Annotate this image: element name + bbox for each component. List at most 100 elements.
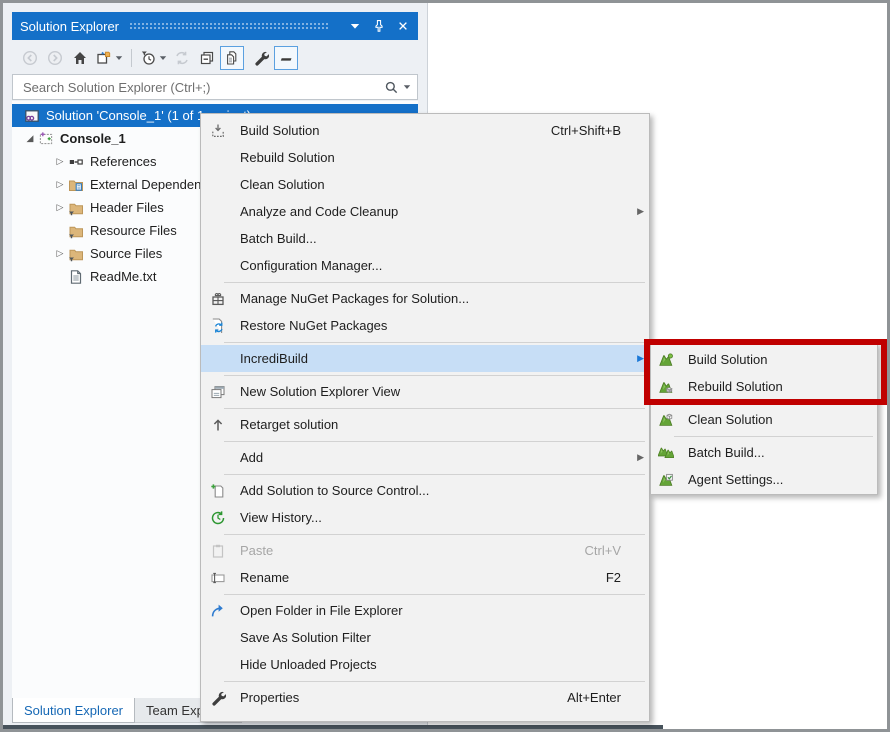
incredibuild-submenu: Build Solution Rebuild Solution Clean So…	[650, 342, 878, 495]
submenu-item-clean-solution[interactable]: Clean Solution	[651, 406, 877, 433]
menu-item-label: Hide Unloaded Projects	[240, 657, 621, 672]
external-dependencies-folder-icon	[68, 177, 84, 193]
tab-solution-explorer[interactable]: Solution Explorer	[12, 698, 135, 723]
submenu-item-batch-build[interactable]: Batch Build...	[651, 439, 877, 466]
build-icon	[210, 123, 227, 139]
menu-item-label: Batch Build...	[240, 231, 621, 246]
tree-row-label: Console_1	[60, 131, 126, 146]
tab-label: Solution Explorer	[24, 703, 123, 718]
menu-item-shortcut: Ctrl+V	[585, 543, 621, 558]
submenu-arrow-icon: ▶	[633, 453, 644, 463]
menu-item-analyze-and-code-cleanup[interactable]: Analyze and Code Cleanup ▶	[201, 198, 649, 225]
nuget-manage-icon	[210, 291, 227, 307]
cpp-project-icon	[38, 131, 54, 147]
submenu-item-build-solution[interactable]: Build Solution	[651, 346, 877, 373]
forward-button[interactable]	[43, 46, 67, 70]
paste-icon	[210, 543, 227, 559]
menu-item-view-history[interactable]: View History...	[201, 504, 649, 531]
collapsed-arrow-icon[interactable]: ▷	[52, 203, 68, 213]
collapsed-arrow-icon[interactable]: ▷	[52, 180, 68, 190]
titlebar-drag-grip[interactable]	[129, 21, 330, 31]
add-to-source-control-icon	[210, 483, 227, 499]
pending-changes-filter-button[interactable]	[137, 46, 169, 70]
search-options-chevron-icon[interactable]	[403, 84, 411, 90]
tool-window-titlebar[interactable]: Solution Explorer	[12, 12, 418, 40]
menu-item-paste[interactable]: Paste Ctrl+V	[201, 537, 649, 564]
toolbar-separator	[131, 49, 132, 67]
sync-with-active-document-button[interactable]	[170, 46, 194, 70]
menu-item-build-solution[interactable]: Build Solution Ctrl+Shift+B	[201, 117, 649, 144]
menu-item-hide-unloaded-projects[interactable]: Hide Unloaded Projects	[201, 651, 649, 678]
menu-item-rename[interactable]: Rename F2	[201, 564, 649, 591]
incredibuild-batch-icon	[658, 445, 675, 461]
tree-row-label: Source Files	[90, 246, 162, 261]
incredibuild-rebuild-icon	[658, 379, 675, 395]
menu-item-add-solution-to-source-control[interactable]: Add Solution to Source Control...	[201, 477, 649, 504]
menu-item-batch-build[interactable]: Batch Build...	[201, 225, 649, 252]
pin-icon[interactable]	[370, 17, 388, 35]
show-all-files-button[interactable]	[220, 46, 244, 70]
search-icon[interactable]	[384, 80, 399, 95]
menu-item-label: Clean Solution	[240, 177, 621, 192]
filter-folder-icon	[68, 246, 84, 262]
search-input[interactable]	[21, 79, 380, 96]
retarget-arrow-icon	[210, 417, 227, 433]
menu-item-add[interactable]: Add ▶	[201, 444, 649, 471]
menu-item-label: Add Solution to Source Control...	[240, 483, 621, 498]
wrench-icon	[210, 690, 227, 706]
solution-explorer-toolbar	[12, 43, 418, 73]
rename-icon	[210, 570, 227, 586]
menu-item-configuration-manager[interactable]: Configuration Manager...	[201, 252, 649, 279]
menu-item-label: Analyze and Code Cleanup	[240, 204, 621, 219]
menu-item-label: Save As Solution Filter	[240, 630, 621, 645]
menu-item-incredibuild[interactable]: IncrediBuild ▶	[201, 345, 649, 372]
collapse-all-button[interactable]	[195, 46, 219, 70]
tree-row-label: ReadMe.txt	[90, 269, 156, 284]
menu-item-open-folder-in-file-explorer[interactable]: Open Folder in File Explorer	[201, 597, 649, 624]
menu-item-label: Configuration Manager...	[240, 258, 621, 273]
tree-row-label: Resource Files	[90, 223, 177, 238]
menu-item-retarget-solution[interactable]: Retarget solution	[201, 411, 649, 438]
menu-item-save-as-solution-filter[interactable]: Save As Solution Filter	[201, 624, 649, 651]
submenu-item-agent-settings[interactable]: Agent Settings...	[651, 466, 877, 493]
properties-button[interactable]	[249, 46, 273, 70]
home-button[interactable]	[68, 46, 92, 70]
menu-item-label: IncrediBuild	[240, 351, 621, 366]
collapsed-arrow-icon[interactable]: ▷	[52, 157, 68, 167]
close-icon[interactable]	[394, 17, 412, 35]
menu-item-label: Retarget solution	[240, 417, 621, 432]
incredibuild-build-icon	[658, 352, 675, 368]
window-position-chevron-icon[interactable]	[346, 17, 364, 35]
filter-folder-icon	[68, 223, 84, 239]
menu-item-manage-nuget-packages[interactable]: Manage NuGet Packages for Solution...	[201, 285, 649, 312]
search-box[interactable]	[12, 74, 418, 100]
menu-item-clean-solution[interactable]: Clean Solution	[201, 171, 649, 198]
menu-item-label: Rename	[240, 570, 606, 585]
expanded-arrow-icon[interactable]: ◢	[22, 134, 38, 144]
tree-row-label: Header Files	[90, 200, 164, 215]
new-solution-explorer-view-icon	[210, 384, 227, 400]
submenu-item-label: Clean Solution	[688, 412, 872, 427]
submenu-arrow-icon: ▶	[633, 207, 644, 217]
menu-item-label: Build Solution	[240, 123, 551, 138]
back-button[interactable]	[18, 46, 42, 70]
menu-item-properties[interactable]: Properties Alt+Enter	[201, 684, 649, 711]
collapsed-arrow-icon[interactable]: ▷	[52, 249, 68, 259]
menu-item-label: Restore NuGet Packages	[240, 318, 621, 333]
submenu-item-label: Rebuild Solution	[688, 379, 872, 394]
window-edge-strip	[3, 725, 663, 729]
incredibuild-clean-icon	[658, 412, 675, 428]
filter-folder-icon	[68, 200, 84, 216]
submenu-item-rebuild-solution[interactable]: Rebuild Solution	[651, 373, 877, 400]
incredibuild-agent-icon	[658, 472, 675, 488]
menu-item-restore-nuget-packages[interactable]: Restore NuGet Packages	[201, 312, 649, 339]
preview-selected-items-button[interactable]	[274, 46, 298, 70]
view-history-icon	[210, 510, 227, 526]
switch-views-button[interactable]	[93, 46, 125, 70]
menu-item-shortcut: Alt+Enter	[567, 690, 621, 705]
menu-item-new-solution-explorer-view[interactable]: New Solution Explorer View	[201, 378, 649, 405]
menu-item-rebuild-solution[interactable]: Rebuild Solution	[201, 144, 649, 171]
solution-context-menu: Build Solution Ctrl+Shift+B Rebuild Solu…	[200, 113, 650, 722]
menu-item-label: Properties	[240, 690, 567, 705]
menu-item-label: Rebuild Solution	[240, 150, 621, 165]
